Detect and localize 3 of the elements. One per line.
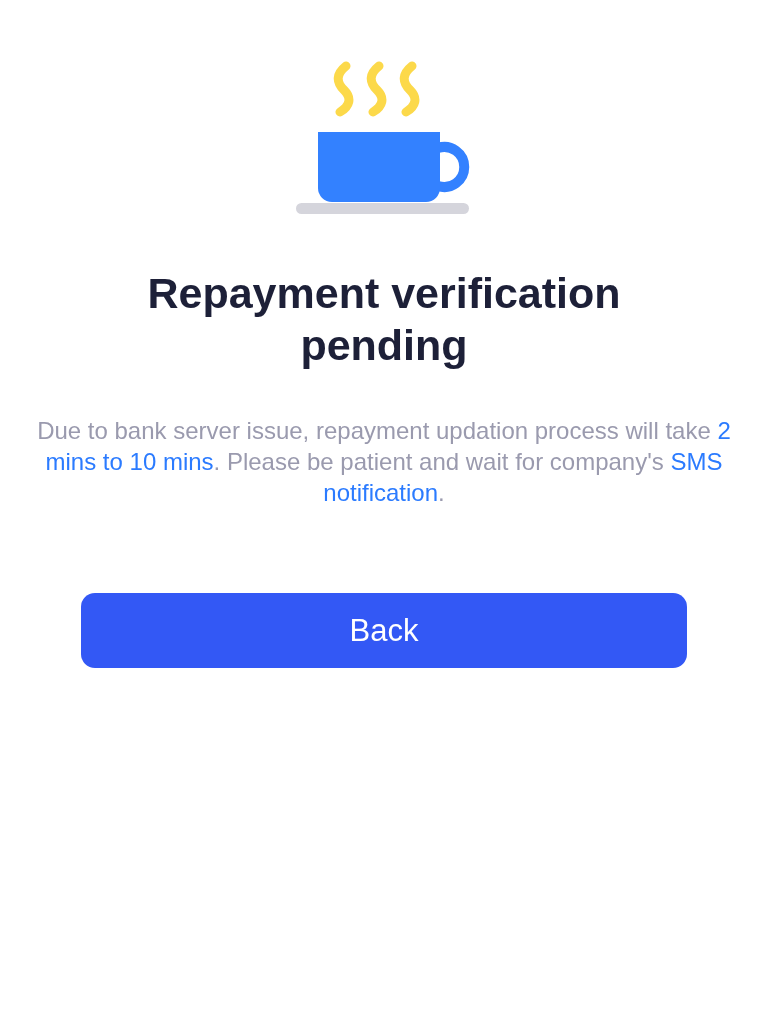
message: Due to bank server issue, repayment updation process will take 2 mins to 10 mins. Please be patient and wait for company's SMS notification. (36, 416, 732, 508)
title: Repayment verification pending (146, 268, 622, 371)
back-button[interactable]: Back (81, 593, 687, 668)
